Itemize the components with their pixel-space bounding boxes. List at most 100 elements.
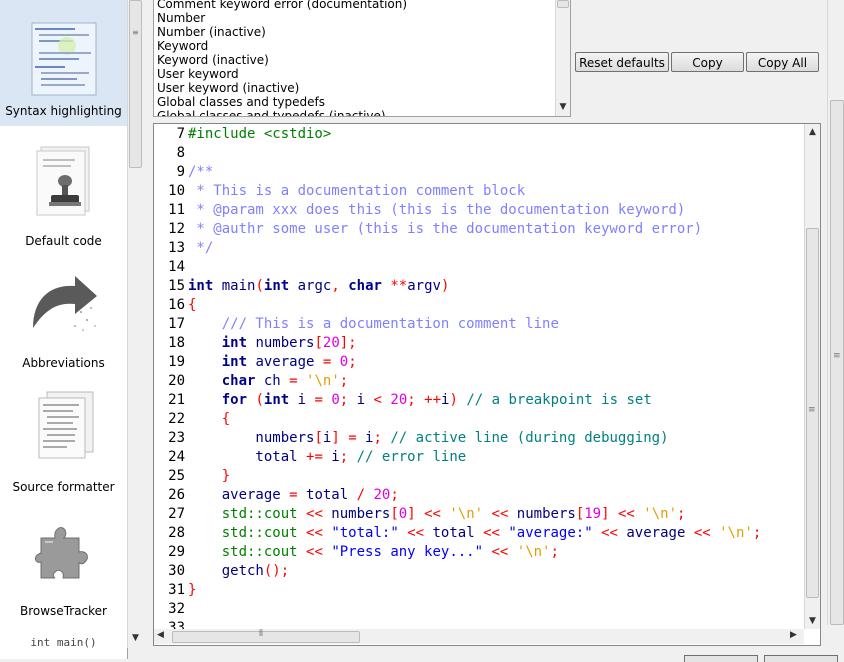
sidebar-scrollbar[interactable]: ≡ ▼ [127, 0, 143, 648]
scroll-left-arrow-icon[interactable]: ◀ [157, 630, 164, 640]
style-list-item[interactable]: User keyword (inactive) [157, 81, 407, 95]
code-text: { [185, 297, 196, 313]
code-line[interactable]: 10 * This is a documentation comment blo… [154, 182, 525, 201]
sidebar-item-abbreviations[interactable]: Abbreviations [0, 268, 127, 386]
code-token: char [221, 373, 256, 389]
style-list-item[interactable]: User keyword [157, 67, 407, 81]
code-line[interactable]: 14 [154, 258, 188, 277]
code-token: < [373, 392, 382, 408]
code-line[interactable]: 24 total += i; // error line [154, 448, 466, 467]
partial-sidebar-item[interactable]: int main() [0, 636, 127, 649]
sidebar-item-syntax-highlighting[interactable]: Syntax highlighting [0, 0, 127, 126]
line-number: 27 [168, 506, 185, 522]
sidebar-item-browse-tracker[interactable]: BrowseTracker [0, 514, 127, 632]
editor-vertical-scrollbar[interactable]: ▲ ≡ ▼ [804, 124, 820, 629]
code-token: "Press any key..." [331, 544, 484, 560]
code-line[interactable]: 26 average = total / 20; [154, 486, 399, 505]
code-token: ( [255, 392, 264, 408]
code-line[interactable]: 11 * @param xxx does this (this is the d… [154, 201, 685, 220]
code-line[interactable]: 33 [154, 619, 188, 629]
copy-all-button[interactable]: Copy All [746, 52, 819, 72]
code-line[interactable]: 19 int average = 0; [154, 353, 356, 372]
style-list-item[interactable]: Number [157, 11, 407, 25]
sidebar-item-source-formatter[interactable]: Source formatter [0, 390, 127, 508]
code-line[interactable]: 25 } [154, 467, 230, 486]
code-text: /// This is a documentation comment line [185, 316, 559, 332]
code-line[interactable]: 30 getch(); [154, 562, 289, 581]
code-line[interactable]: 32 [154, 600, 188, 619]
code-line[interactable]: 22 { [154, 410, 230, 429]
line-number: 32 [168, 601, 185, 617]
code-preview-editor[interactable]: 7 #include <cstdio> 8 9/** 10 * This is a do… [153, 123, 821, 646]
code-line[interactable]: 9/** [154, 163, 214, 182]
grip-icon: ⦀ [259, 629, 263, 639]
style-list-scrollbar-thumb[interactable] [557, 0, 569, 8]
code-line[interactable]: 20 char ch = '\n'; [154, 372, 348, 391]
code-token: ; [752, 525, 762, 541]
style-list[interactable]: Comment keyword error (documentation) Num… [153, 0, 571, 117]
code-line[interactable]: 18 int numbers[20]; [154, 334, 357, 353]
code-token: int [221, 354, 248, 370]
style-list-item[interactable]: Keyword [157, 39, 407, 53]
style-list-item[interactable]: Number (inactive) [157, 25, 407, 39]
code-token: ; [373, 430, 382, 446]
code-line[interactable]: 17 /// This is a documentation comment l… [154, 315, 559, 334]
code-token: 19 [584, 506, 602, 522]
code-token: } [188, 582, 197, 598]
editor-hscroll-thumb[interactable]: ⦀ [172, 629, 360, 643]
style-list-item[interactable]: Keyword (inactive) [157, 53, 407, 67]
code-token: ]; [339, 335, 357, 351]
code-line[interactable]: 15 int main(int argc, char **argv) [154, 277, 449, 296]
source-formatter-icon [31, 390, 97, 464]
copy-button[interactable]: Copy [671, 52, 744, 72]
code-line[interactable]: 7 #include <cstdio> [154, 125, 332, 144]
editor-vscroll-thumb[interactable]: ≡ [806, 228, 819, 598]
editor-horizontal-scrollbar[interactable]: ◀ ⦀ ▶ [154, 629, 804, 644]
reset-defaults-button[interactable]: Reset defaults [575, 52, 669, 72]
scroll-down-arrow-icon[interactable]: ▼ [128, 630, 143, 646]
code-text: std::cout << numbers[0] << '\n' << numbe… [185, 506, 686, 522]
code-token: << [424, 506, 441, 522]
sidebar-scrollbar-thumb[interactable]: ≡ [129, 0, 142, 168]
line-number: 20 [168, 373, 185, 389]
code-line[interactable]: 12 * @authr some user (this is the docum… [154, 220, 702, 239]
code-token: ; [339, 392, 349, 408]
scroll-right-arrow-icon[interactable]: ▶ [790, 630, 797, 640]
sidebar-item-default-code[interactable]: Default code [0, 140, 127, 258]
line-number: 17 [168, 316, 185, 332]
code-line[interactable]: 8 [154, 144, 188, 163]
code-line[interactable]: 27 std::cout << numbers[0] << '\n' << nu… [154, 505, 685, 524]
style-list-scrollbar[interactable]: ▼ [555, 0, 570, 116]
panel-scrollbar-thumb[interactable]: ≡ [830, 100, 844, 625]
grip-icon: ≡ [132, 28, 139, 37]
line-number: 10 [168, 183, 185, 199]
style-list-item[interactable]: Global classes and typedefs [157, 95, 407, 109]
scroll-down-arrow-icon[interactable]: ▼ [805, 613, 820, 629]
code-text: average = total / 20; [185, 487, 399, 503]
line-number: 30 [168, 563, 185, 579]
style-list-item[interactable]: Comment keyword error (documentation) [157, 0, 407, 11]
code-token: << [306, 506, 323, 522]
code-line[interactable]: 23 numbers[i] = i; // active line (durin… [154, 429, 668, 448]
code-line[interactable]: 13 */ [154, 239, 213, 258]
code-token: 20 [373, 487, 391, 503]
line-number: 8 [176, 145, 185, 161]
code-line[interactable]: 31} [154, 581, 196, 600]
style-list-item[interactable]: Global classes and typedefs (inactive) [157, 109, 407, 116]
code-line[interactable]: 29 std::cout << "Press any key..." << '\… [154, 543, 559, 562]
code-token: argv [407, 278, 441, 294]
scroll-down-arrow-icon[interactable]: ▼ [556, 99, 570, 115]
code-line[interactable]: 16{ [154, 296, 196, 315]
code-line[interactable]: 21 for (int i = 0; i < 20; ++i) // a bre… [154, 391, 652, 410]
line-number: 18 [168, 335, 185, 351]
panel-scrollbar[interactable]: ≡ [827, 0, 844, 625]
scroll-up-arrow-icon[interactable]: ▲ [805, 124, 820, 140]
code-line[interactable]: 28 std::cout << "total:" << total << "av… [154, 524, 761, 543]
